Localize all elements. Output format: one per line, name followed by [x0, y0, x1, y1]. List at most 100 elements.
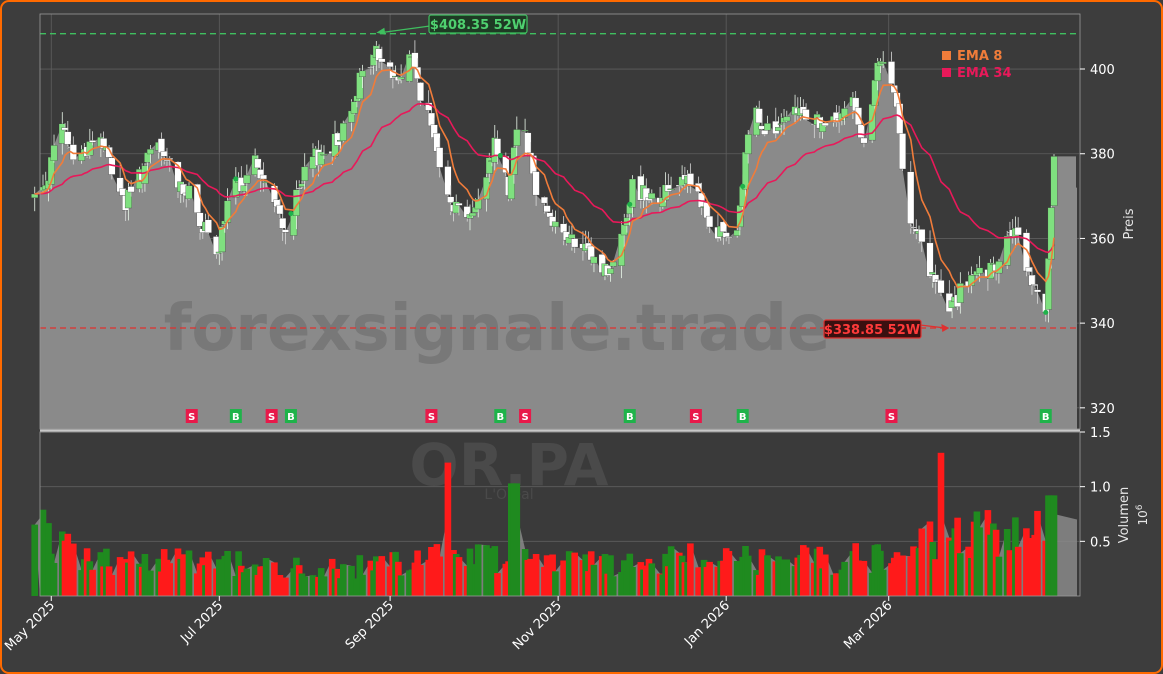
- volume-bar: [31, 524, 38, 596]
- signal-buy-dot: [288, 211, 294, 217]
- volume-axis-label: Volumen: [1117, 487, 1132, 544]
- volume-tick-label: 1.0: [1090, 481, 1111, 496]
- signal-buy-label: B: [287, 412, 295, 423]
- volume-bar: [629, 567, 636, 596]
- candle-body: [664, 184, 672, 192]
- candle-body: [276, 204, 284, 215]
- volume-bar: [513, 483, 521, 596]
- candle-body: [725, 236, 733, 238]
- candle-body: [127, 186, 135, 193]
- volume-bar: [89, 569, 96, 596]
- x-tick-label: Sep 2025: [343, 598, 397, 652]
- volume-bar: [436, 556, 443, 596]
- volume-bar: [899, 555, 906, 596]
- candle-body: [378, 58, 386, 63]
- volume-bar: [1050, 495, 1058, 596]
- volume-bar: [706, 561, 713, 596]
- candle-body: [218, 226, 226, 253]
- candle-body: [777, 123, 785, 125]
- volume-bar: [764, 555, 771, 596]
- candle-body: [259, 174, 267, 180]
- candle-body: [416, 82, 424, 102]
- candle-body: [551, 221, 559, 227]
- candle-body: [755, 108, 763, 124]
- volume-bar: [262, 558, 270, 596]
- candle-body: [436, 147, 444, 168]
- volume-bar: [957, 553, 964, 596]
- price-tick-label: 400: [1090, 63, 1115, 78]
- volume-bar: [590, 564, 598, 596]
- candle-body: [359, 70, 366, 77]
- candle-body: [546, 212, 554, 218]
- volume-bar: [70, 543, 77, 596]
- candle-body: [540, 196, 548, 204]
- signal-buy-dot: [497, 153, 503, 159]
- candle-body: [560, 223, 568, 233]
- price-tick-label: 320: [1090, 402, 1115, 417]
- candle-body: [764, 123, 771, 131]
- volume-bar: [301, 576, 308, 596]
- volume-tick-label: 1.5: [1090, 426, 1111, 441]
- candle-body: [775, 127, 782, 131]
- candle-body: [215, 251, 223, 254]
- volume-bar: [667, 546, 675, 596]
- price-axis-label: Preis: [1122, 208, 1137, 239]
- candle-body: [1014, 227, 1022, 236]
- candle-body: [163, 159, 171, 162]
- candle-body: [339, 123, 347, 141]
- volume-bar: [841, 561, 848, 596]
- candle-body: [879, 61, 887, 64]
- legend-swatch-ema8: [942, 51, 951, 60]
- candle-body: [899, 133, 906, 170]
- candle-body: [783, 116, 791, 122]
- signal-sell-label: S: [888, 412, 895, 423]
- candle-body: [648, 193, 656, 200]
- volume-bar: [687, 543, 694, 596]
- candle-body: [469, 212, 477, 217]
- volume-bar: [860, 560, 868, 596]
- volume-bar: [205, 551, 212, 596]
- candle-body: [1028, 274, 1036, 286]
- volume-bar: [417, 565, 424, 596]
- candle-body: [455, 203, 463, 206]
- candle-body: [64, 131, 72, 145]
- volume-bar: [1014, 546, 1022, 596]
- volume-bar: [918, 528, 926, 596]
- x-tick-label: May 2025: [2, 598, 58, 654]
- volume-bar: [340, 564, 347, 596]
- signal-buy-label: B: [496, 412, 504, 423]
- candle-body: [1031, 284, 1039, 286]
- signal-sell-label: S: [188, 412, 195, 423]
- legend-label-ema8: EMA 8: [957, 49, 1002, 64]
- volume-bar: [1034, 510, 1041, 596]
- signal-sell-label: S: [268, 412, 275, 423]
- candle-body: [1050, 156, 1058, 206]
- signal-buy-dot: [740, 183, 746, 189]
- candle-body: [295, 187, 303, 190]
- volume-bar: [243, 568, 251, 596]
- price-tick-label: 360: [1090, 232, 1115, 247]
- volume-bar: [282, 577, 289, 596]
- candle-body: [857, 124, 865, 138]
- volume-scale-base: 10: [1136, 510, 1150, 525]
- volume-bar: [474, 544, 482, 596]
- candle-body: [298, 183, 306, 187]
- candle-body: [160, 151, 168, 157]
- candle-body: [590, 256, 598, 264]
- candle-body: [1025, 267, 1033, 273]
- x-tick-label: Jul 2025: [177, 598, 226, 647]
- candle-body: [279, 218, 287, 229]
- candle-body: [706, 215, 714, 228]
- signal-buy-label: B: [739, 412, 747, 423]
- volume-scale-exp: 6: [1135, 504, 1145, 510]
- candle-body: [317, 151, 325, 165]
- volume-bar: [571, 552, 578, 596]
- legend-swatch-ema34: [942, 68, 951, 77]
- candle-body: [61, 127, 69, 131]
- candle-body: [254, 158, 262, 169]
- signal-sell-label: S: [692, 412, 699, 423]
- volume-bar: [822, 554, 829, 596]
- candle-body: [929, 272, 937, 275]
- volume-bar: [802, 547, 810, 596]
- price-tick-label: 380: [1090, 148, 1115, 163]
